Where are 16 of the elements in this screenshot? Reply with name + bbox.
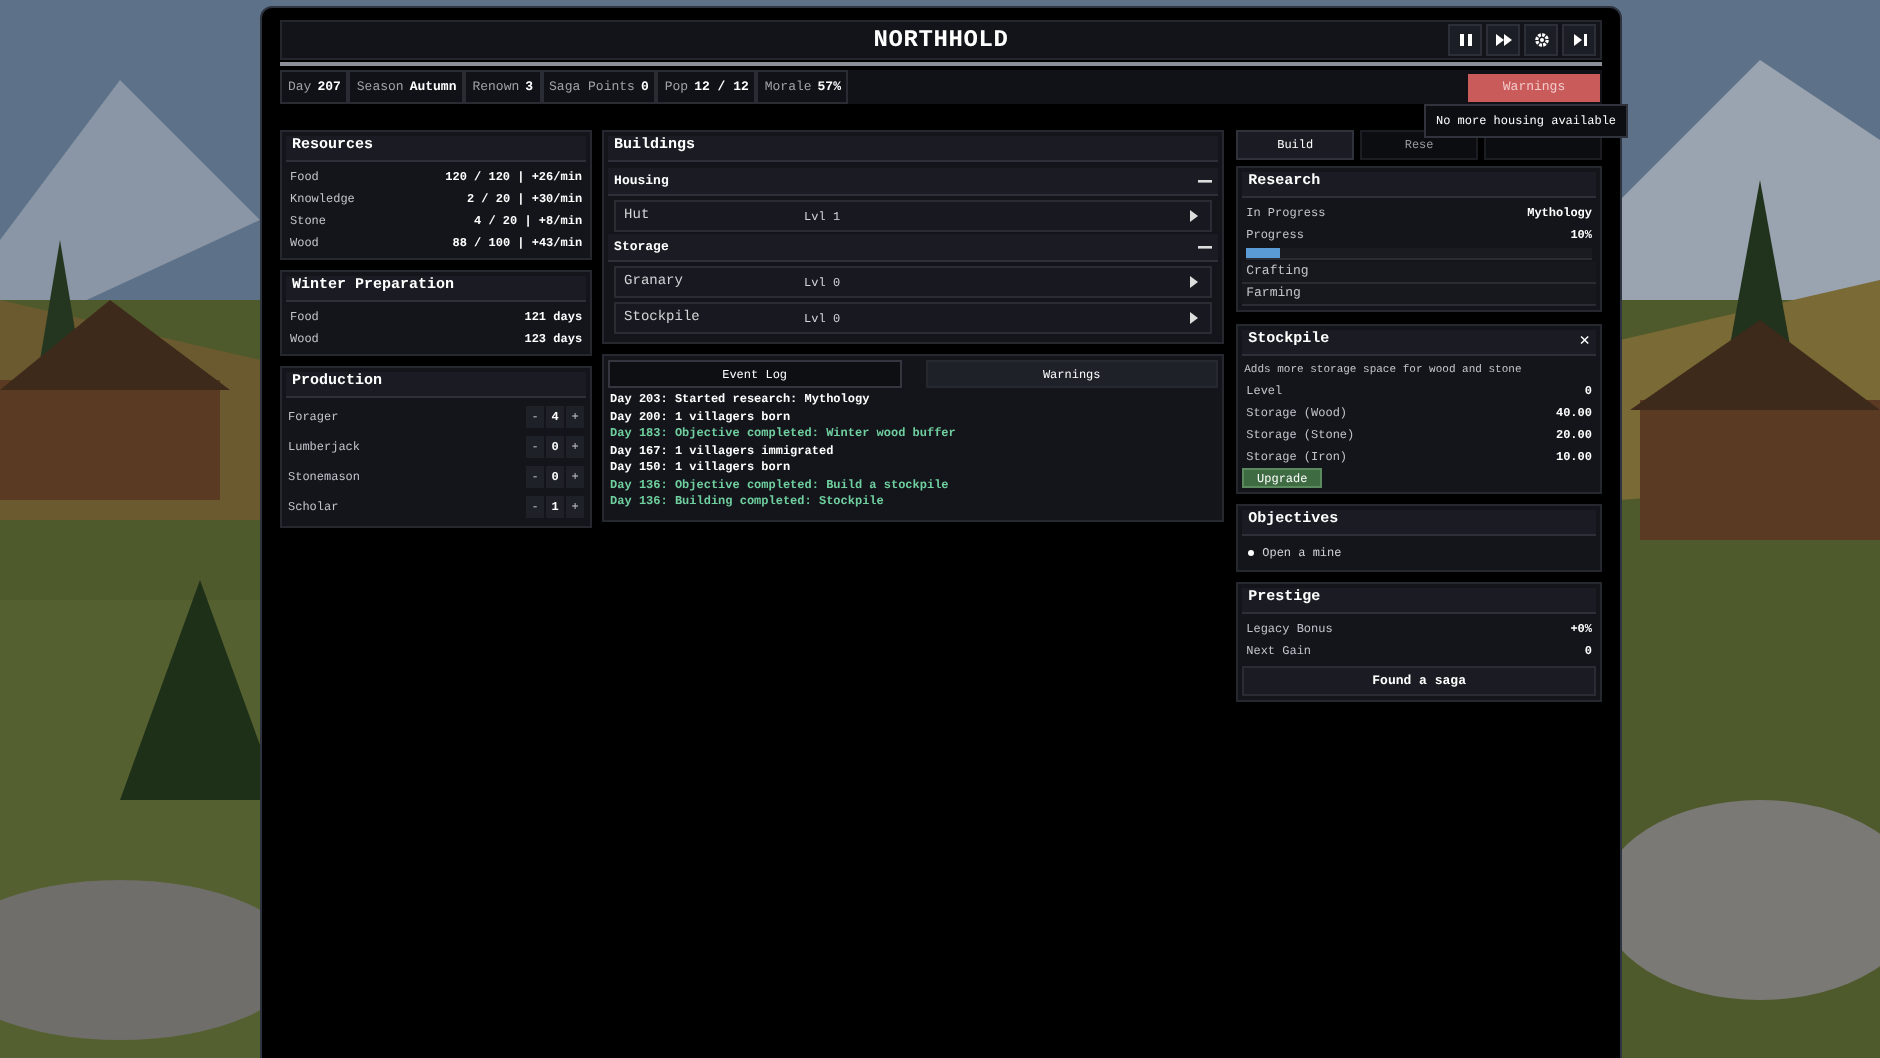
caret-icon <box>1190 312 1199 324</box>
settings-icon <box>1533 32 1549 48</box>
settings-button[interactable] <box>1524 24 1558 56</box>
caret-icon <box>1190 276 1199 288</box>
caret-icon <box>1190 210 1199 222</box>
bullet-icon <box>1248 550 1255 556</box>
skip-icon <box>1571 32 1587 48</box>
close-button[interactable]: × <box>1579 333 1590 351</box>
pause-icon <box>1457 32 1473 48</box>
collapse-icon <box>1198 174 1213 188</box>
fast-forward-button[interactable] <box>1486 24 1520 56</box>
pause-button[interactable] <box>1448 24 1482 56</box>
window-title: NORTHHOLD <box>873 24 1009 58</box>
collapse-icon <box>1198 240 1213 254</box>
skip-button[interactable] <box>1562 24 1596 56</box>
fast-forward-icon <box>1495 32 1511 48</box>
